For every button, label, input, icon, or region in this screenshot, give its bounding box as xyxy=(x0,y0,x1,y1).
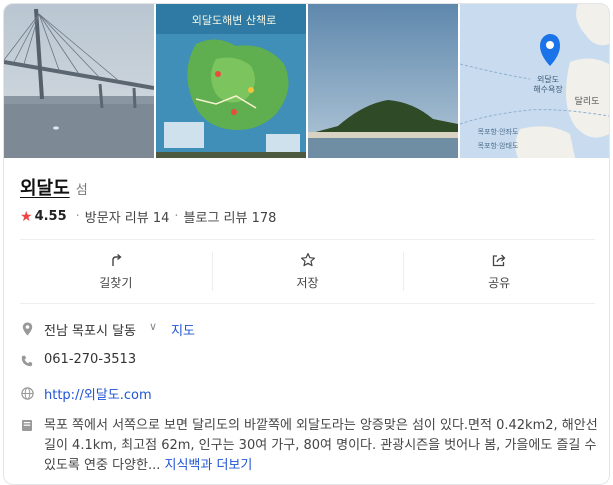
star-icon: ★ xyxy=(20,208,33,225)
phone-number[interactable]: 061-270-3513 xyxy=(44,352,136,367)
bridge-photo[interactable] xyxy=(4,4,154,158)
address-text: 전남 목포시 달동 xyxy=(44,324,136,339)
save-button[interactable]: 저장 xyxy=(211,240,404,303)
visitor-reviews-link[interactable]: 방문자 리뷰 14 xyxy=(85,207,170,226)
description-row: 목포 쪽에서 서쪽으로 보면 달리도의 바깥쪽에 외달도라는 앙증맞은 섬이 있… xyxy=(20,416,600,476)
description-paragraph: 목포 쪽에서 서쪽으로 보면 달리도의 바깥쪽에 외달도라는 앙증맞은 섬이 있… xyxy=(44,416,600,476)
phone-icon xyxy=(20,352,34,370)
place-name[interactable]: 외달도 xyxy=(20,174,70,200)
directions-label: 길찾기 xyxy=(99,276,133,290)
chevron-down-icon[interactable]: ∨ xyxy=(149,320,157,333)
map-label-island: 외달도 xyxy=(537,74,559,84)
address-row: 전남 목포시 달동 ∨ 지도 xyxy=(20,320,195,339)
description-text: 목포 쪽에서 서쪽으로 보면 달리도의 바깥쪽에 외달도라는 앙증맞은 섬이 있… xyxy=(44,418,598,473)
rating-row: ★ 4.55 · 방문자 리뷰 14 · 블로그 리뷰 178 xyxy=(20,207,277,227)
encyclopedia-more-link[interactable]: 지식백과 더보기 xyxy=(164,458,252,473)
place-card: 외달도해변 산책로 외달도 해수욕장 달리도 목포항·안좌도 목포항·암태도 외… xyxy=(3,3,610,485)
share-icon xyxy=(493,254,506,267)
rating-value: 4.55 xyxy=(34,209,67,224)
map-thumbnail[interactable]: 외달도 해수욕장 달리도 목포항·안좌도 목포항·암태도 xyxy=(460,4,609,158)
map-label-beach: 해수욕장 xyxy=(533,84,563,94)
save-label: 저장 xyxy=(296,276,319,290)
photo-strip: 외달도해변 산책로 외달도 해수욕장 달리도 목포항·안좌도 목포항·암태도 xyxy=(4,4,609,158)
title-row: 외달도 섬 xyxy=(20,174,88,200)
location-icon xyxy=(20,320,34,338)
map-board-photo[interactable]: 외달도해변 산책로 xyxy=(156,4,306,158)
blog-reviews-link[interactable]: 블로그 리뷰 178 xyxy=(184,207,277,226)
phone-row: 061-270-3513 xyxy=(20,352,136,370)
place-category: 섬 xyxy=(75,183,88,198)
share-button[interactable]: 공유 xyxy=(403,240,595,303)
map-label-route-1: 목포항·안좌도 xyxy=(478,127,519,136)
directions-icon xyxy=(112,253,122,266)
map-label-route-2: 목포항·암태도 xyxy=(478,141,519,150)
island-photo[interactable] xyxy=(308,4,458,158)
map-label-dallido: 달리도 xyxy=(575,95,600,107)
map-board-sign: 외달도해변 산책로 xyxy=(192,13,276,27)
website-link[interactable]: http://외달도.com xyxy=(44,384,152,403)
separator-dot: · xyxy=(75,209,80,224)
map-link[interactable]: 지도 xyxy=(171,320,195,339)
share-label: 공유 xyxy=(488,276,511,290)
book-icon xyxy=(20,416,34,434)
website-row: http://외달도.com xyxy=(20,384,152,403)
separator-dot: · xyxy=(174,209,179,224)
divider xyxy=(20,303,595,304)
directions-button[interactable]: 길찾기 xyxy=(20,240,212,303)
globe-icon xyxy=(20,384,34,402)
action-bar: 길찾기 저장 공유 xyxy=(20,240,595,303)
star-outline-icon xyxy=(300,253,315,267)
